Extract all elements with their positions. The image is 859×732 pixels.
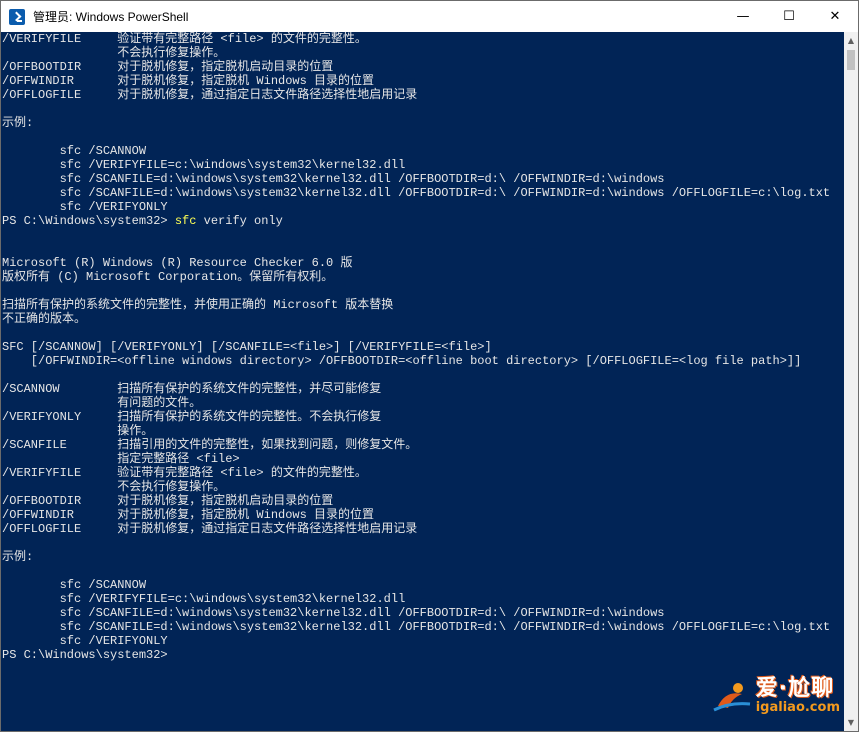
console-line: /VERIFYFILE 验证带有完整路径 <file> 的文件的完整性。 — [2, 466, 367, 480]
console-line: 不会执行修复操作。 — [2, 480, 226, 494]
console-line: /SCANNOW 扫描所有保护的系统文件的完整性，并尽可能修复 — [2, 382, 382, 396]
powershell-icon — [9, 8, 25, 25]
scroll-up-arrow-icon[interactable]: ▲ — [844, 32, 858, 49]
console-line: sfc /VERIFYONLY — [2, 200, 168, 214]
console-line: /SCANFILE 扫描引用的文件的完整性，如果找到问题，则修复文件。 — [2, 438, 418, 452]
close-button[interactable]: ✕ — [812, 1, 858, 32]
console-line: sfc /SCANFILE=d:\windows\system32\kernel… — [2, 620, 831, 634]
window-controls: — ☐ ✕ — [720, 1, 858, 32]
window-title: 管理员: Windows PowerShell — [33, 10, 189, 24]
prompt-line: PS C:\Windows\system32> sfc verify only — [1, 214, 844, 228]
console-line: Microsoft (R) Windows (R) Resource Check… — [2, 256, 353, 270]
vertical-scrollbar[interactable]: ▲ ▼ — [844, 32, 858, 731]
console-line: 操作。 — [2, 424, 154, 438]
console-line: SFC [/SCANNOW] [/VERIFYONLY] [/SCANFILE=… — [2, 340, 492, 354]
console-line: /OFFWINDIR 对于脱机修复，指定脱机 Windows 目录的位置 — [2, 508, 375, 522]
command-name: sfc — [174, 214, 197, 228]
console-line: 扫描所有保护的系统文件的完整性，并使用正确的 Microsoft 版本替换 — [2, 298, 394, 312]
console-line: sfc /SCANNOW — [2, 578, 147, 592]
console-line: sfc /VERIFYFILE=c:\windows\system32\kern… — [2, 158, 406, 172]
console-line: sfc /SCANFILE=d:\windows\system32\kernel… — [2, 186, 831, 200]
console-line: /VERIFYFILE 验证带有完整路径 <file> 的文件的完整性。 — [2, 32, 367, 46]
scroll-down-arrow-icon[interactable]: ▼ — [844, 714, 858, 731]
maximize-button[interactable]: ☐ — [766, 1, 812, 32]
command-args: verify only — [196, 214, 283, 228]
console-line: 指定完整路径 <file> — [2, 452, 240, 466]
title-bar[interactable]: 管理员: Windows PowerShell — ☐ ✕ — [1, 1, 858, 32]
console-line: 版权所有 (C) Microsoft Corporation。保留所有权利。 — [2, 270, 334, 284]
console-output[interactable]: /VERIFYFILE 验证带有完整路径 <file> 的文件的完整性。 不会执… — [1, 32, 844, 731]
console-line: /VERIFYONLY 扫描所有保护的系统文件的完整性。不会执行修复 — [2, 410, 382, 424]
console-line: sfc /VERIFYONLY — [2, 634, 168, 648]
console-line: /OFFLOGFILE 对于脱机修复，通过指定日志文件路径选择性地启用记录 — [2, 88, 418, 102]
console-line: sfc /VERIFYFILE=c:\windows\system32\kern… — [2, 592, 406, 606]
console-line: sfc /SCANFILE=d:\windows\system32\kernel… — [2, 606, 665, 620]
console-line: 有问题的文件。 — [2, 396, 202, 410]
powershell-window: 管理员: Windows PowerShell — ☐ ✕ /VERIFYFIL… — [0, 0, 859, 732]
console-line: 不正确的版本。 — [2, 312, 87, 326]
scrollbar-thumb[interactable] — [847, 50, 855, 70]
console-line: /OFFWINDIR 对于脱机修复，指定脱机 Windows 目录的位置 — [2, 74, 375, 88]
prompt-line-current[interactable]: PS C:\Windows\system32> — [1, 648, 844, 662]
prompt-prefix: PS C:\Windows\system32> — [2, 648, 175, 662]
console-line: sfc /SCANFILE=d:\windows\system32\kernel… — [2, 172, 665, 186]
console-line: /OFFBOOTDIR 对于脱机修复，指定脱机启动目录的位置 — [2, 494, 334, 508]
console-line: [/OFFWINDIR=<offline windows directory> … — [2, 354, 802, 368]
console-line: 示例: — [2, 116, 34, 130]
console-line: /OFFBOOTDIR 对于脱机修复，指定脱机启动目录的位置 — [2, 60, 334, 74]
console-line: 不会执行修复操作。 — [2, 46, 226, 60]
console-line: /OFFLOGFILE 对于脱机修复，通过指定日志文件路径选择性地启用记录 — [2, 522, 418, 536]
console-line: 示例: — [2, 550, 34, 564]
console-line: sfc /SCANNOW — [2, 144, 147, 158]
prompt-prefix: PS C:\Windows\system32> — [2, 214, 175, 228]
minimize-button[interactable]: — — [720, 1, 766, 32]
